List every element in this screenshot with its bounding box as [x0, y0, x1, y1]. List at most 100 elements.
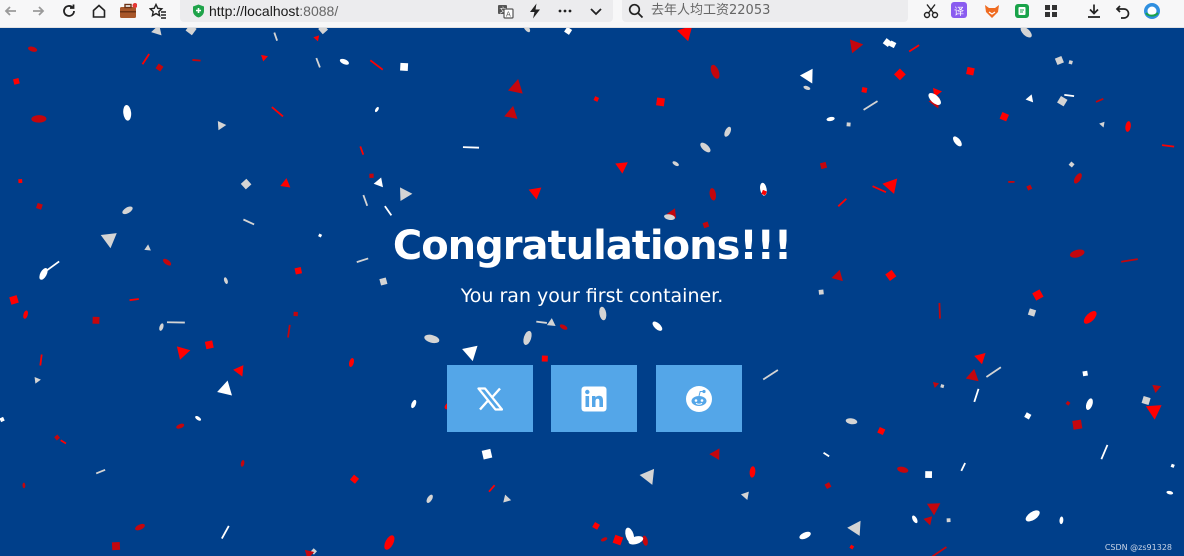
confetti-piece [700, 142, 711, 153]
share-x-button[interactable] [447, 365, 533, 432]
confetti-piece [1065, 400, 1071, 406]
confetti-piece [872, 185, 887, 193]
confetti-piece [612, 534, 624, 546]
share-linkedin-button[interactable] [551, 365, 637, 432]
confetti-piece [159, 323, 164, 331]
confetti-piece [166, 321, 185, 324]
confetti-piece [960, 462, 966, 472]
forward-arrow-icon [33, 6, 45, 16]
confetti-piece [315, 57, 321, 68]
share-reddit-button[interactable] [656, 365, 742, 432]
confetti-piece [122, 206, 133, 215]
confetti-piece [374, 106, 379, 113]
confetti-piece [762, 369, 779, 381]
confetti-piece [204, 340, 214, 350]
favorites-button[interactable] [147, 0, 169, 22]
reload-button[interactable] [58, 0, 80, 22]
confetti-piece [940, 384, 945, 389]
confetti-piece [932, 382, 940, 388]
linkedin-icon [581, 386, 607, 411]
back-button[interactable] [0, 0, 22, 22]
confetti-piece [803, 85, 811, 90]
url-text: http://localhost:8088/ [209, 2, 338, 20]
confetti-piece [846, 122, 851, 127]
confetti-piece [287, 324, 291, 338]
confetti-piece [400, 187, 413, 201]
more-actions-button[interactable] [554, 0, 576, 22]
toolbox-extension-button[interactable] [117, 0, 139, 22]
confetti-piece [92, 316, 100, 324]
screenshot-button[interactable] [920, 0, 942, 22]
confetti-piece [349, 474, 360, 484]
confetti-piece [39, 354, 43, 366]
scissors-icon [923, 4, 939, 19]
confetti-piece [195, 416, 202, 421]
confetti-piece [31, 115, 47, 123]
confetti-piece [1125, 121, 1131, 132]
confetti-piece [985, 366, 1002, 378]
confetti-piece [1085, 398, 1093, 410]
search-icon [628, 3, 644, 19]
reddit-icon [686, 385, 712, 412]
address-dropdown-button[interactable] [585, 0, 607, 22]
confetti-piece [642, 535, 648, 546]
confetti-piece [384, 535, 395, 550]
fox-extension-button[interactable] [981, 0, 1003, 22]
confetti-piece [1025, 94, 1034, 103]
confetti-piece [348, 358, 355, 367]
confetti-piece [54, 434, 61, 441]
confetti-piece [1072, 419, 1083, 430]
confetti-piece [847, 520, 861, 536]
confetti-piece [293, 311, 298, 317]
speed-mode-button[interactable] [524, 0, 546, 22]
confetti-piece [1166, 490, 1174, 495]
confetti-piece [999, 112, 1009, 122]
confetti-piece [861, 87, 868, 93]
search-box[interactable]: 去年人均工资22053 [622, 0, 908, 22]
translate-extension-icon[interactable]: 译 [951, 2, 967, 18]
confetti-piece [824, 482, 832, 490]
confetti-piece [151, 28, 162, 36]
confetti-piece [488, 484, 496, 493]
confetti-piece [462, 345, 478, 362]
confetti-piece [155, 63, 164, 72]
confetti-piece [912, 515, 918, 524]
confetti-piece [233, 365, 244, 377]
home-button[interactable] [88, 0, 110, 22]
confetti-piece [176, 346, 191, 360]
browser-toolbar: http://localhost:8088/ 文A 去年人均工资22053 译 [0, 0, 1184, 28]
more-dots-icon [558, 9, 572, 13]
confetti-piece [709, 188, 717, 201]
confetti-piece [1026, 184, 1033, 191]
downloads-button[interactable] [1083, 0, 1105, 22]
green-extension-button[interactable] [1011, 0, 1033, 22]
confetti-piece [0, 416, 5, 423]
confetti-piece [240, 178, 252, 190]
confetti-piece [18, 179, 23, 184]
confetti-piece [1145, 405, 1162, 420]
confetti-piece [593, 96, 600, 102]
confetti-piece [528, 187, 542, 200]
x-twitter-icon [477, 386, 503, 411]
confetti-piece [217, 380, 232, 396]
undo-close-button[interactable] [1112, 0, 1134, 22]
confetti-piece [1141, 395, 1151, 406]
browser-profile-button[interactable] [1141, 0, 1163, 22]
translate-page-button[interactable]: 文A [494, 0, 516, 22]
confetti-piece [185, 28, 197, 36]
confetti-piece [373, 177, 383, 188]
confetti-piece [749, 466, 756, 478]
apps-grid-button[interactable] [1040, 0, 1062, 22]
confetti-piece [111, 542, 121, 551]
confetti-piece [826, 116, 835, 122]
confetti-piece [424, 334, 440, 344]
confetti-piece [925, 471, 933, 479]
confetti-piece [1099, 121, 1105, 128]
forward-button[interactable] [27, 0, 49, 22]
confetti-piece [313, 35, 320, 42]
confetti-piece [1073, 173, 1082, 184]
confetti-piece [217, 121, 227, 131]
confetti-piece [536, 320, 548, 324]
confetti-piece [973, 388, 980, 403]
address-bar[interactable]: http://localhost:8088/ 文A [180, 0, 613, 22]
